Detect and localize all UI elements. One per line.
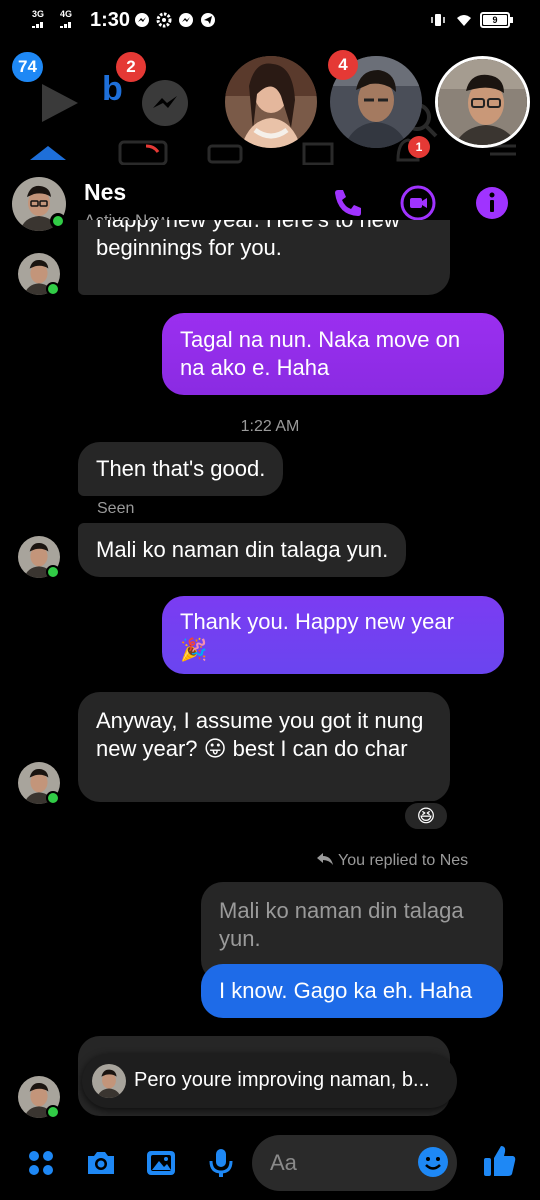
notification-badge: 4 xyxy=(328,50,358,80)
video-call-button[interactable] xyxy=(400,185,436,221)
message-bubble-outgoing[interactable]: Thank you. Happy new year 🎉 xyxy=(162,596,504,674)
online-status-indicator xyxy=(46,1105,60,1119)
chat-head-avatar[interactable] xyxy=(435,56,530,148)
telegram-notification-icon xyxy=(201,13,215,27)
message-text: Mali ko naman din talaga yun. xyxy=(96,537,389,562)
message-reaction[interactable]: 😆 xyxy=(403,801,449,831)
info-button[interactable] xyxy=(474,185,510,221)
more-actions-grid-icon[interactable] xyxy=(24,1146,58,1180)
message-bubble-incoming[interactable]: Happy new year. Here's to new beginnings… xyxy=(78,220,450,295)
preview-avatar xyxy=(92,1064,126,1098)
online-status-indicator xyxy=(46,282,60,296)
signal-icon xyxy=(32,22,50,28)
message-text: Anyway, I assume you got it nung new yea… xyxy=(96,708,424,761)
marketplace-icon xyxy=(207,144,243,164)
reply-label-text: You replied to Nes xyxy=(338,852,469,869)
quoted-text: Mali ko naman din talaga yun. xyxy=(219,898,464,951)
message-composer: Aa xyxy=(0,1130,540,1200)
reply-arrow-icon xyxy=(317,853,333,865)
contact-name[interactable]: Nes xyxy=(84,179,126,206)
online-status-indicator xyxy=(50,213,66,229)
message-input-placeholder: Aa xyxy=(270,1150,297,1175)
notification-badge: 1 xyxy=(408,136,430,158)
microphone-icon[interactable] xyxy=(204,1146,238,1180)
message-text: I know. Gago ka eh. Haha xyxy=(219,978,473,1003)
emoji-icon[interactable] xyxy=(416,1145,450,1179)
clock: 1:30 xyxy=(90,9,131,31)
battery-level: 9 xyxy=(483,15,507,25)
gallery-icon[interactable] xyxy=(144,1146,178,1180)
home-icon xyxy=(30,146,66,160)
battery-icon: 9 xyxy=(480,12,513,28)
voice-call-button[interactable] xyxy=(330,185,366,221)
message-text: Then that's good. xyxy=(96,456,266,481)
thumbs-up-icon[interactable] xyxy=(482,1142,518,1180)
network-4g-label: 4G xyxy=(60,9,73,19)
reply-label: You replied to Nes xyxy=(316,852,468,870)
chat-heads-overlay: 74 b 2 1 4 xyxy=(0,40,540,165)
contact-photo xyxy=(92,1064,126,1098)
message-input[interactable]: Aa xyxy=(252,1135,457,1191)
message-bubble-incoming[interactable]: Then that's good. xyxy=(78,442,284,496)
contact-photo xyxy=(225,56,317,148)
timestamp: 1:22 AM xyxy=(240,418,300,435)
seen-receipt: Seen xyxy=(97,500,135,517)
messenger-notification-icon xyxy=(179,13,193,27)
message-text: Thank you. Happy new year 🎉 xyxy=(180,609,454,662)
message-bubble-incoming[interactable]: Anyway, I assume you got it nung new yea… xyxy=(78,692,450,802)
online-status-indicator xyxy=(46,791,60,805)
wifi-icon xyxy=(457,15,471,26)
new-message-preview[interactable]: Pero youre improving naman, b... xyxy=(82,1054,457,1108)
messenger-icon[interactable] xyxy=(140,78,190,128)
status-bar: 3G 4G 1:30 9 xyxy=(0,0,540,40)
message-text-clipped: Happy new year. Here's to new xyxy=(96,220,432,234)
vibrate-icon xyxy=(431,14,445,26)
contact-photo xyxy=(438,59,527,145)
message-text: Tagal na nun. Naka move on na ako e. Hah… xyxy=(180,327,461,380)
message-bubble-outgoing[interactable]: Tagal na nun. Naka move on na ako e. Hah… xyxy=(162,313,504,395)
network-3g-label: 3G xyxy=(32,9,45,19)
notification-badge: 74 xyxy=(12,52,43,82)
message-text: beginnings for you. xyxy=(96,235,282,260)
chat-head-avatar[interactable] xyxy=(225,56,317,148)
messenger-notification-icon xyxy=(135,13,149,27)
message-bubble-incoming[interactable]: Mali ko naman din talaga yun. xyxy=(78,523,407,577)
preview-text: Pero youre improving naman, b... xyxy=(134,1069,430,1091)
signal-icon xyxy=(60,22,78,28)
groups-icon xyxy=(302,142,334,165)
camera-icon[interactable] xyxy=(84,1146,118,1180)
tv-icon xyxy=(118,140,168,165)
online-status-indicator xyxy=(46,565,60,579)
play-icon xyxy=(42,84,78,122)
settings-gear-icon xyxy=(156,12,172,28)
message-bubble-outgoing[interactable]: I know. Gago ka eh. Haha xyxy=(201,964,503,1018)
